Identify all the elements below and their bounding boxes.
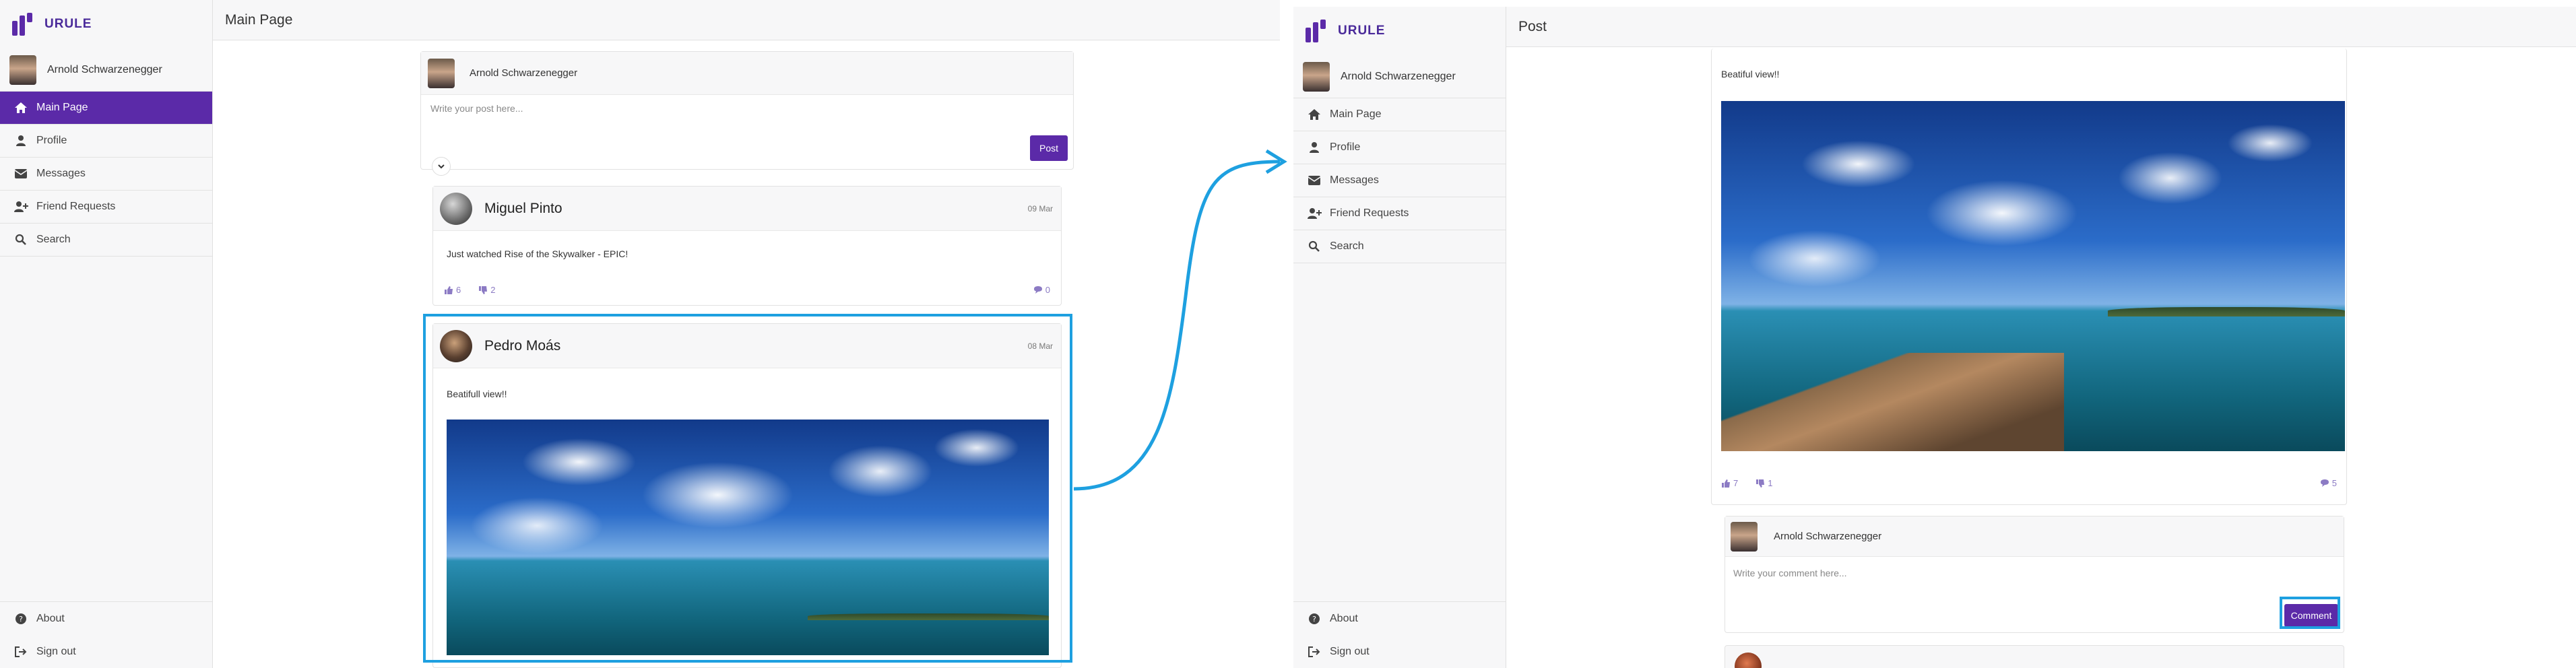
question-circle-icon: ?: [1307, 611, 1322, 626]
brand[interactable]: URULE: [1293, 7, 1506, 55]
avatar: [1303, 61, 1330, 92]
post-screen: URULE Arnold Schwarzenegger Main Page Pr…: [1293, 7, 2576, 668]
post-actions: 7 1 5: [1712, 478, 2346, 488]
avatar: [1735, 653, 1762, 668]
urule-logo-icon: [1306, 20, 1328, 42]
svg-text:?: ?: [1312, 615, 1316, 624]
comment-input[interactable]: Write your comment here...: [1733, 568, 1847, 578]
like-count: 7: [1733, 478, 1739, 488]
comment-card: [1725, 645, 2344, 668]
sidebar-item-label: About: [1330, 612, 1358, 624]
highlight-box: [2280, 597, 2340, 629]
search-icon: [1307, 239, 1322, 254]
sidebar: URULE Arnold Schwarzenegger Main Page Pr…: [1293, 7, 1506, 668]
post-image[interactable]: [1721, 101, 2345, 451]
photo-trees: [2108, 307, 2345, 316]
brand-name: URULE: [1338, 24, 1386, 38]
sidebar-item-sign-out[interactable]: Sign out: [1293, 635, 1506, 668]
user-plus-icon: [1307, 206, 1322, 221]
sidebar-item-label: Messages: [1330, 174, 1379, 186]
sidebar-item-label: Search: [1330, 240, 1364, 252]
post-detail-card: Beatiful view!! 7 1 5: [1711, 48, 2347, 505]
thumbs-down-icon: [1756, 479, 1765, 488]
sidebar-bottom: ? About Sign out: [1293, 601, 1506, 668]
avatar: [1731, 521, 1758, 552]
dislike-count: 1: [1768, 478, 1773, 488]
thumbs-up-icon: [1722, 479, 1730, 488]
sidebar-item-profile[interactable]: Profile: [1293, 131, 1506, 164]
sidebar-item-label: Profile: [1330, 141, 1361, 153]
sidebar-user[interactable]: Arnold Schwarzenegger: [1293, 55, 1506, 98]
comment-composer-header: Arnold Schwarzenegger: [1725, 516, 2344, 557]
sidebar-item-label: Sign out: [1330, 645, 1370, 657]
sidebar-item-main-page[interactable]: Main Page: [1293, 98, 1506, 131]
sidebar-item-about[interactable]: ? About: [1293, 602, 1506, 635]
sidebar-item-friend-requests[interactable]: Friend Requests: [1293, 197, 1506, 230]
comments-button[interactable]: 5: [2320, 478, 2337, 488]
sidebar-item-label: Friend Requests: [1330, 207, 1409, 219]
user-icon: [1307, 140, 1322, 155]
photo-rocks: [1721, 353, 2065, 451]
dislike-button[interactable]: 1: [1756, 478, 1772, 488]
post-text: Beatiful view!!: [1721, 69, 1780, 79]
comment-composer-user-name: Arnold Schwarzenegger: [1774, 531, 1882, 542]
sidebar-item-messages[interactable]: Messages: [1293, 164, 1506, 197]
envelope-icon: [1307, 173, 1322, 188]
sign-out-icon: [1307, 644, 1322, 659]
comment-icon: [2320, 479, 2329, 487]
home-icon: [1307, 107, 1322, 122]
page-title: Post: [1506, 7, 2576, 47]
sidebar-item-label: Main Page: [1330, 108, 1382, 120]
comment-count: 5: [2331, 478, 2337, 488]
comment-composer: Arnold Schwarzenegger Write your comment…: [1725, 516, 2344, 633]
sidebar-user-name: Arnold Schwarzenegger: [1341, 70, 1456, 82]
sidebar-item-search[interactable]: Search: [1293, 230, 1506, 263]
like-button[interactable]: 7: [1721, 478, 1738, 488]
